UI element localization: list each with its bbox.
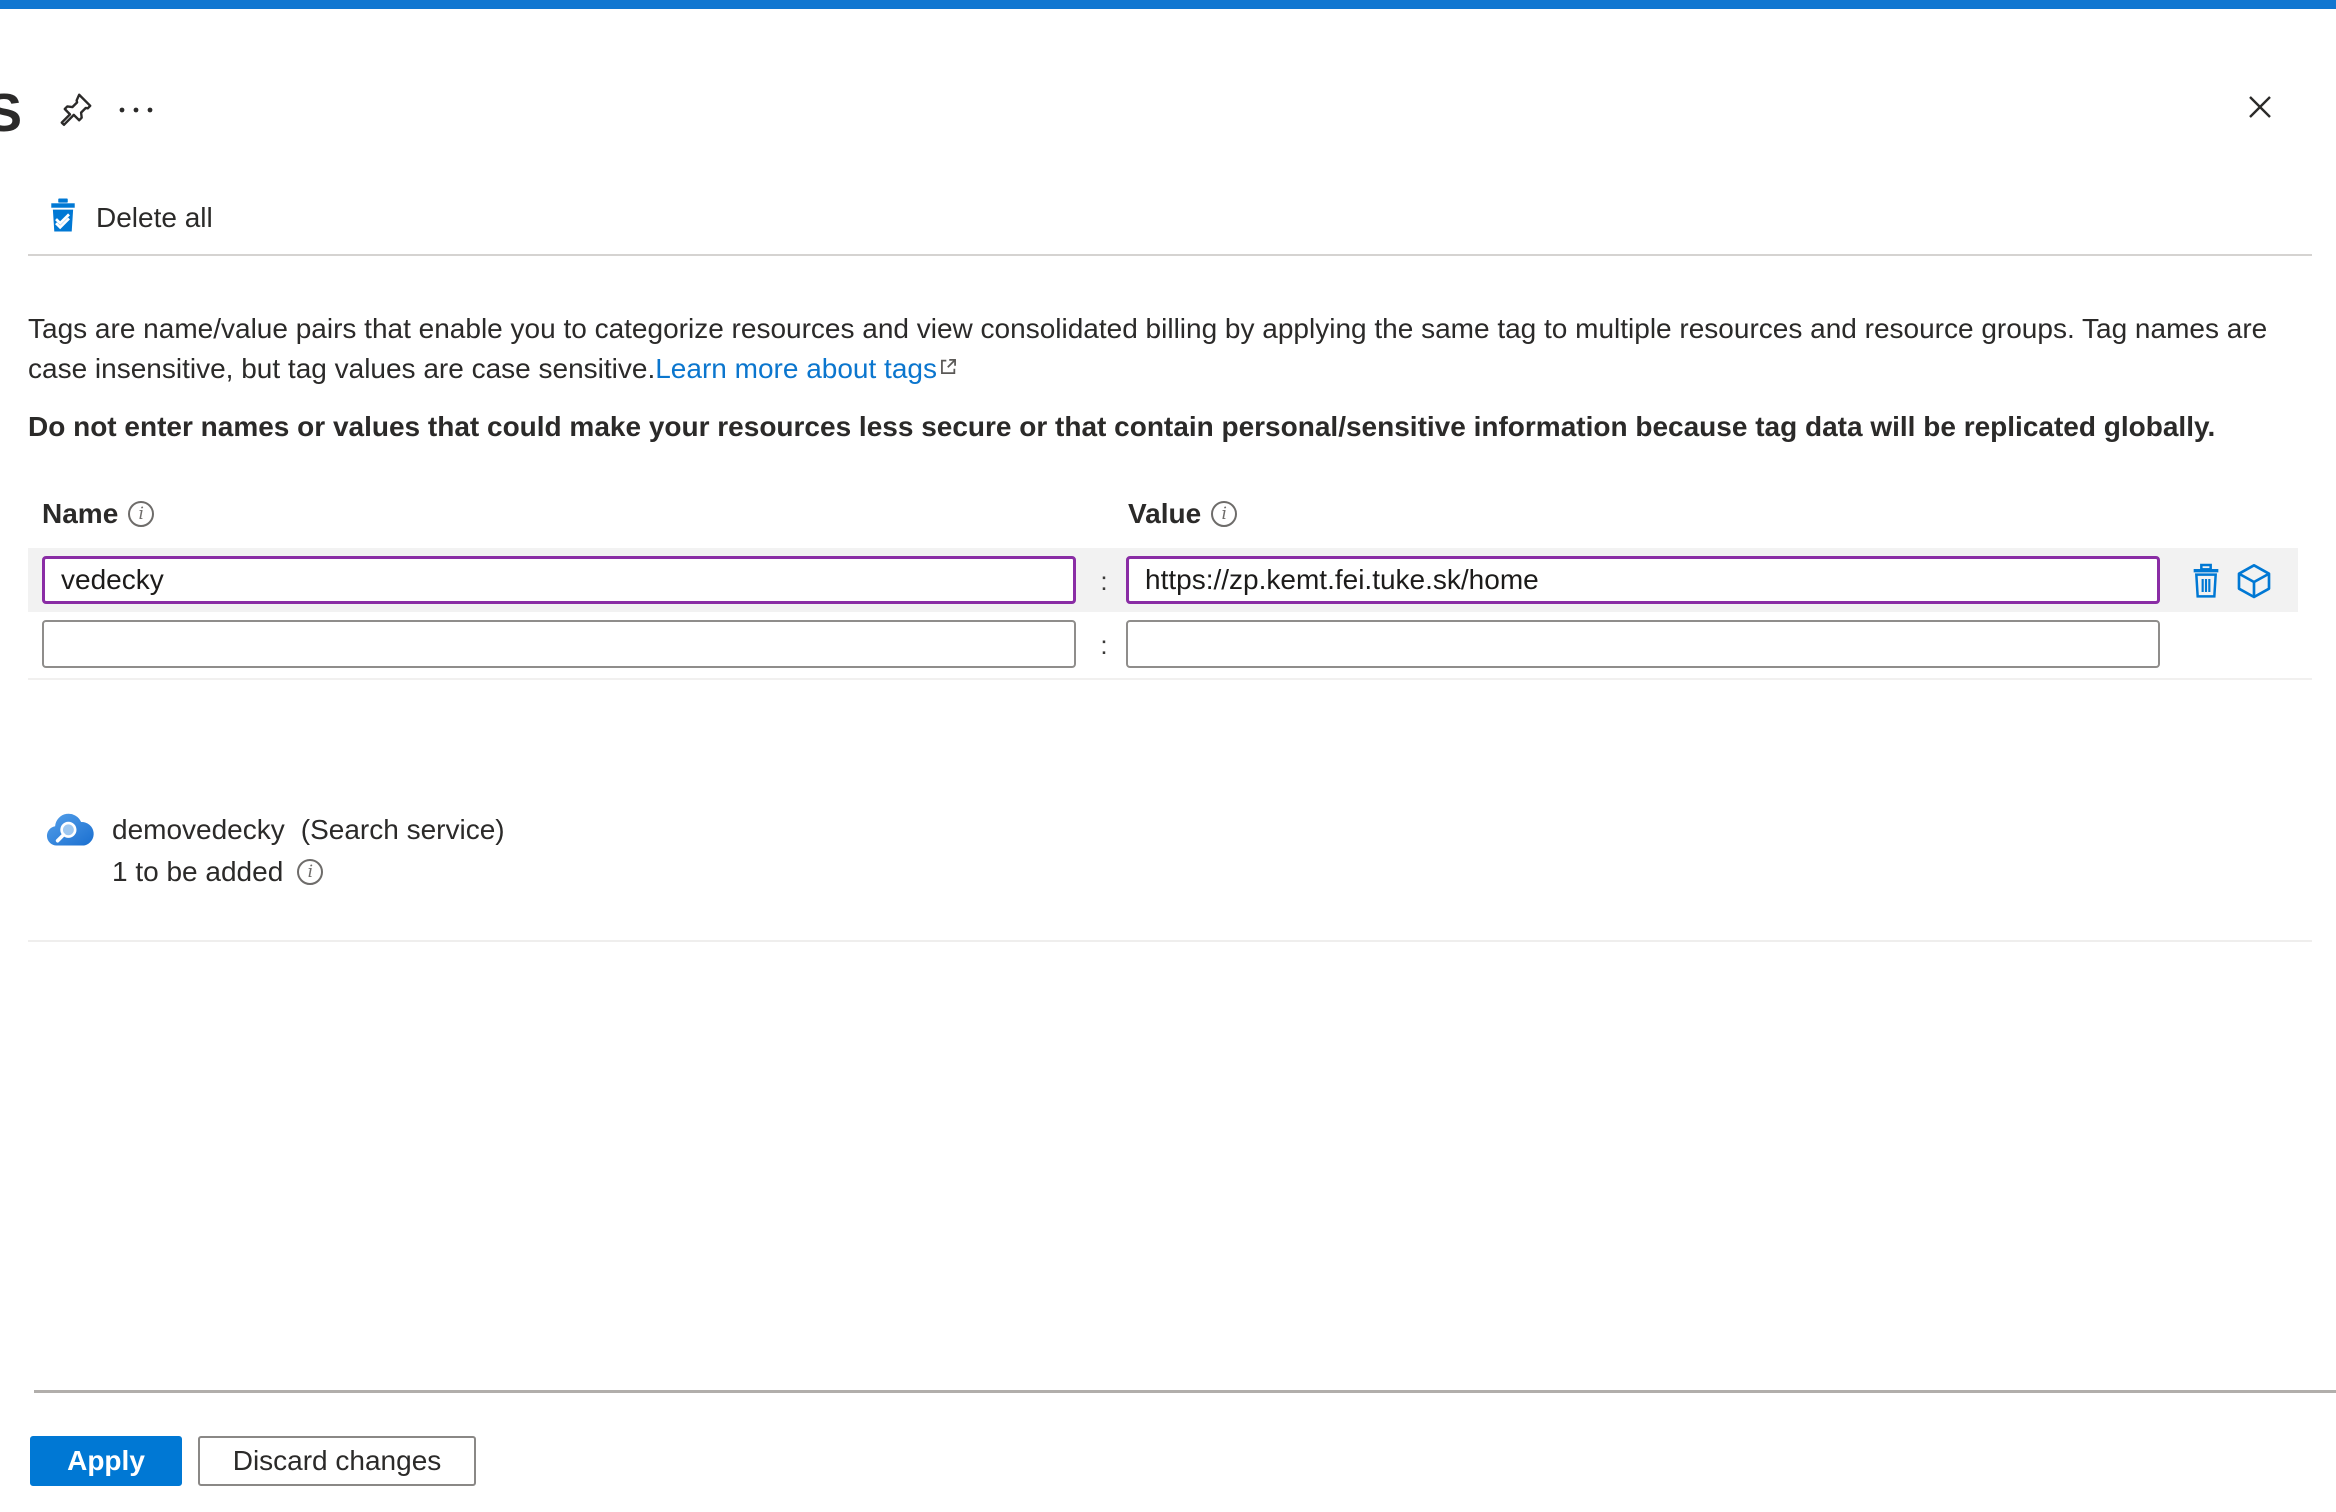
tags-description: Tags are name/value pairs that enable yo… <box>28 310 2324 388</box>
command-bar: Delete all <box>44 196 213 240</box>
info-icon[interactable]: i <box>128 501 155 527</box>
tag-name-input-row1[interactable] <box>42 556 1076 604</box>
name-header-label: Name <box>42 498 119 529</box>
pin-icon <box>57 90 95 131</box>
resource-status-line: 1 to be added i <box>112 856 324 888</box>
delete-all-icon <box>44 196 82 241</box>
tags-blade: S Delete all Tags are name/value pairs t… <box>0 0 2336 1512</box>
resource-type: (Search service) <box>300 814 505 845</box>
close-icon <box>2243 90 2277 127</box>
name-column-header: Name i <box>42 498 155 530</box>
portal-top-bar <box>0 0 2336 9</box>
delete-tag-button[interactable] <box>2184 560 2228 604</box>
apply-button[interactable]: Apply <box>30 1436 182 1486</box>
cube-icon <box>2234 563 2274 604</box>
external-link-icon <box>939 348 958 386</box>
resource-name-line: demovedecky (Search service) <box>112 814 505 846</box>
tags-description-text: Tags are name/value pairs that enable yo… <box>28 313 2268 384</box>
divider <box>28 678 2312 680</box>
learn-more-link[interactable]: Learn more about tags <box>655 353 937 384</box>
info-icon[interactable]: i <box>297 859 324 885</box>
value-column-header: Value i <box>1128 498 1238 530</box>
info-icon[interactable]: i <box>1211 501 1238 527</box>
delete-all-label: Delete all <box>96 202 213 233</box>
pin-button[interactable] <box>52 86 100 134</box>
resource-name: demovedecky <box>112 814 285 845</box>
value-header-label: Value <box>1128 498 1202 529</box>
tag-value-input-row2[interactable] <box>1126 620 2160 668</box>
ellipsis-icon <box>116 104 160 119</box>
resource-status: 1 to be added <box>112 856 284 887</box>
more-options-button[interactable] <box>114 96 162 126</box>
tags-warning: Do not enter names or values that could … <box>28 411 2216 442</box>
delete-all-button[interactable]: Delete all <box>44 196 213 241</box>
divider <box>28 940 2312 942</box>
tag-separator: : <box>1100 566 1108 596</box>
discard-changes-button[interactable]: Discard changes <box>198 1436 476 1486</box>
tag-name-input-row2[interactable] <box>42 620 1076 668</box>
resource-scope-button[interactable] <box>2232 560 2276 604</box>
tag-value-input-row1[interactable] <box>1126 556 2160 604</box>
tag-separator: : <box>1100 630 1108 660</box>
close-blade-button[interactable] <box>2236 84 2284 132</box>
footer-divider <box>34 1390 2336 1393</box>
trash-icon <box>2186 563 2226 604</box>
divider <box>28 254 2312 256</box>
search-service-icon <box>40 802 98 860</box>
blade-title-partial: S <box>0 83 23 143</box>
